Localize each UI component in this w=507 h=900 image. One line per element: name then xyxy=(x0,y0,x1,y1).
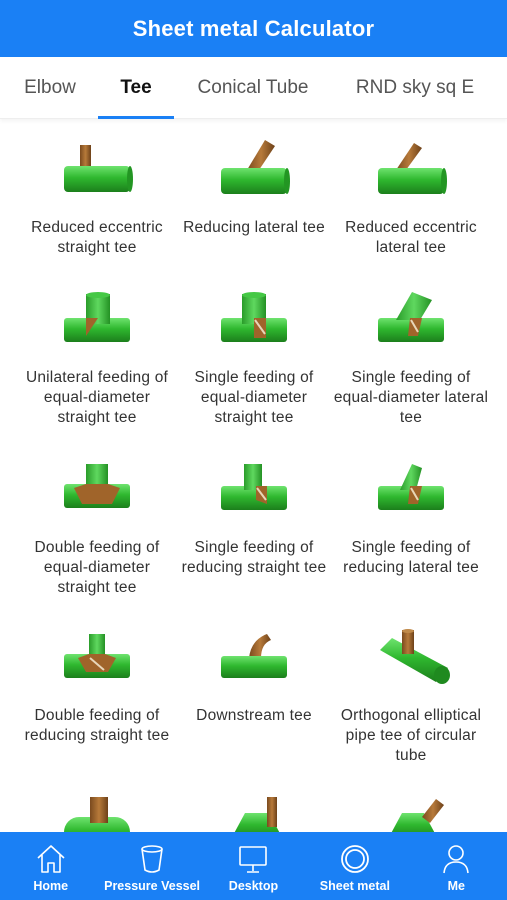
tab-elbow[interactable]: Elbow xyxy=(8,57,92,119)
item-single-feeding-lateral-tee[interactable]: Single feeding of equal-diameter lateral… xyxy=(331,290,491,428)
reduced-eccentric-straight-tee-icon xyxy=(64,145,133,192)
item-label: Double feeding of equal-diameter straigh… xyxy=(34,539,160,596)
item-partial-cone-lateral-tee[interactable] xyxy=(331,795,491,832)
reduced-eccentric-lateral-tee-icon xyxy=(378,143,447,194)
nav-me-label: Me xyxy=(447,879,465,893)
orthogonal-elliptical-pipe-tee-icon xyxy=(380,629,450,684)
item-single-feeding-straight-tee[interactable]: Single feeding of equal-diameter straigh… xyxy=(174,290,334,428)
nav-desktop-label: Desktop xyxy=(228,879,279,893)
item-single-feeding-reducing-straight-tee[interactable]: Single feeding of reducing straight tee xyxy=(174,460,334,578)
nav-desktop[interactable]: Desktop xyxy=(203,832,304,900)
single-feeding-reducing-lateral-tee-icon xyxy=(378,464,444,510)
desktop-icon xyxy=(239,846,268,873)
single-feeding-reducing-straight-tee-icon xyxy=(221,464,287,510)
item-partial-cone-tee[interactable] xyxy=(174,795,334,832)
item-label: Unilateral feeding of equal-diameter str… xyxy=(25,369,169,426)
unilateral-feeding-tee-icon xyxy=(64,292,130,342)
item-label: Single feeding of equal-diameter straigh… xyxy=(194,369,314,426)
downstream-tee-icon xyxy=(221,634,287,678)
item-double-feeding-reducing-straight-tee[interactable]: Double feeding of reducing straight tee xyxy=(17,628,177,746)
item-label: Reducing lateral tee xyxy=(183,219,325,236)
item-reduced-eccentric-lateral-tee[interactable]: Reduced eccentric lateral tee xyxy=(331,140,491,258)
item-label: Single feeding of reducing straight tee xyxy=(181,539,327,576)
double-feeding-straight-tee-icon xyxy=(64,464,130,508)
nav-sheet-metal[interactable]: Sheet metal xyxy=(304,832,405,900)
item-label: Double feeding of reducing straight tee xyxy=(24,707,170,744)
active-tab-indicator xyxy=(98,116,174,119)
item-double-feeding-straight-tee[interactable]: Double feeding of equal-diameter straigh… xyxy=(17,460,177,598)
item-single-feeding-reducing-lateral-tee[interactable]: Single feeding of reducing lateral tee xyxy=(331,460,491,578)
sheet-metal-icon xyxy=(340,845,369,873)
reducing-lateral-tee-icon xyxy=(221,140,290,194)
single-feeding-lateral-tee-icon xyxy=(378,292,444,342)
single-feeding-straight-tee-icon xyxy=(221,292,287,342)
pipe-tee-partial-icon xyxy=(64,797,130,832)
item-label: Reduced eccentric straight tee xyxy=(31,219,163,256)
double-feeding-reducing-straight-tee-icon xyxy=(64,634,130,678)
cone-lateral-tee-partial-icon xyxy=(391,799,444,832)
home-icon xyxy=(37,845,65,873)
item-label: Single feeding of equal-diameter lateral… xyxy=(333,369,489,426)
tab-tee[interactable]: Tee xyxy=(98,57,174,119)
person-icon xyxy=(443,845,470,874)
nav-pressure-vessel[interactable]: Pressure Vessel xyxy=(102,832,203,900)
item-downstream-tee[interactable]: Downstream tee xyxy=(174,628,334,726)
nav-home-label: Home xyxy=(33,879,69,893)
item-label: Reduced eccentric lateral tee xyxy=(345,219,477,256)
nav-pressure-vessel-label: Pressure Vessel xyxy=(104,879,201,893)
cone-tee-partial-icon xyxy=(234,797,280,832)
item-partial-pipe-tee[interactable] xyxy=(17,795,177,832)
item-label: Single feeding of reducing lateral tee xyxy=(343,539,479,576)
tab-rnd-sky-sq-e[interactable]: RND sky sq E xyxy=(342,57,488,119)
app-header: Sheet metal Calculator xyxy=(0,0,507,57)
nav-me[interactable]: Me xyxy=(406,832,507,900)
pressure-vessel-icon xyxy=(141,845,163,873)
page-title: Sheet metal Calculator xyxy=(132,15,375,41)
item-label: Orthogonal elliptical pipe tee of circul… xyxy=(340,707,482,764)
item-reduced-eccentric-straight-tee[interactable]: Reduced eccentric straight tee xyxy=(17,140,177,258)
item-orthogonal-elliptical-pipe-tee[interactable]: Orthogonal elliptical pipe tee of circul… xyxy=(331,628,491,766)
item-reducing-lateral-tee[interactable]: Reducing lateral tee xyxy=(174,140,334,238)
nav-home[interactable]: Home xyxy=(0,832,101,900)
bottom-nav: Home Pressure Vessel Desktop Sheet metal… xyxy=(0,832,507,900)
item-unilateral-feeding-tee[interactable]: Unilateral feeding of equal-diameter str… xyxy=(17,290,177,428)
tab-conical-tube[interactable]: Conical Tube xyxy=(186,57,320,119)
tee-grid: Reduced eccentric straight tee Reducing … xyxy=(0,120,507,832)
category-tabs: Elbow Tee Conical Tube RND sky sq E xyxy=(0,57,507,119)
nav-sheet-metal-label: Sheet metal xyxy=(319,879,390,893)
item-label: Downstream tee xyxy=(196,707,312,724)
